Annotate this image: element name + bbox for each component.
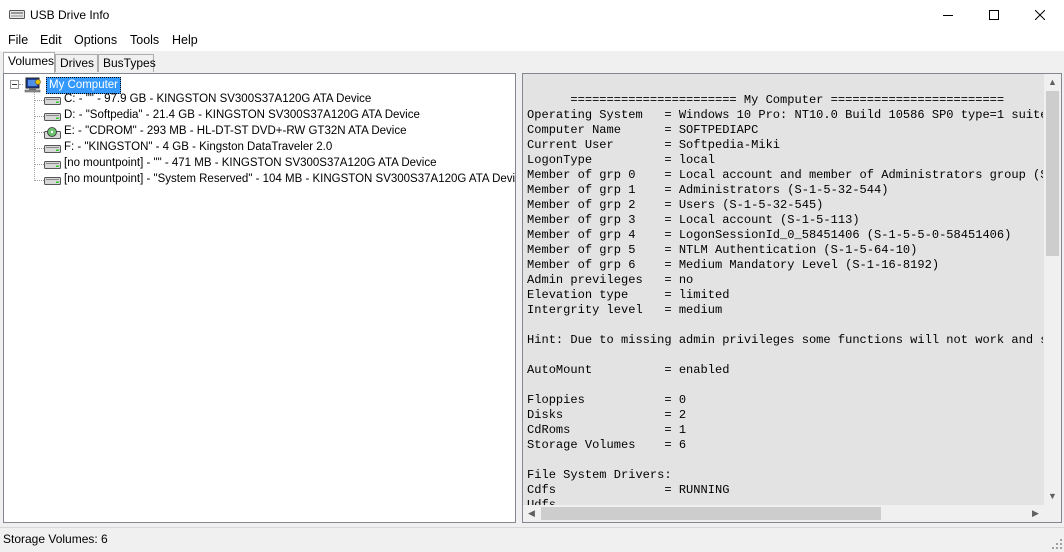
details-line: [527, 453, 1043, 468]
tree-item-label: F: - "KINGSTON" - 4 GB - Kingston DataTr…: [64, 141, 333, 153]
resize-grip-icon[interactable]: [1052, 538, 1062, 549]
menu-tools[interactable]: Tools: [130, 33, 159, 47]
menu-edit[interactable]: Edit: [40, 33, 62, 47]
tab-bustypes[interactable]: BusTypes: [98, 54, 156, 72]
tab-drives[interactable]: Drives: [55, 54, 98, 72]
close-icon: [1035, 10, 1045, 20]
hard-drive-icon: [44, 159, 61, 170]
tree-item-label: D: - "Softpedia" - 21.4 GB - KINGSTON SV…: [64, 109, 420, 121]
details-line: Udfs: [527, 498, 556, 505]
scroll-down-icon[interactable]: ▼: [1044, 488, 1061, 505]
vertical-scrollbar[interactable]: ▲ ▼: [1044, 74, 1061, 505]
title-bar: USB Drive Info: [0, 0, 1064, 30]
tree-connector: [19, 84, 23, 85]
menu-help[interactable]: Help: [172, 33, 198, 47]
details-line: LogonType = local: [527, 153, 715, 167]
details-line: Member of grp 6 = Medium Mandatory Level…: [527, 258, 940, 272]
details-line: Member of grp 5 = NTLM Authentication (S…: [527, 243, 918, 257]
minimize-icon: [943, 15, 953, 16]
usb-drive-icon: [44, 143, 61, 154]
tree-connector: [34, 92, 35, 181]
cdrom-drive-icon: [44, 127, 61, 139]
details-text: ======================= My Computer ====…: [527, 93, 1043, 505]
tab-strip: Volumes Drives BusTypes: [0, 51, 1064, 73]
details-line: [527, 348, 1043, 363]
maximize-button[interactable]: [971, 0, 1017, 30]
tree-item-label: [no mountpoint] - "" - 471 MB - KINGSTON…: [64, 157, 437, 169]
maximize-icon: [989, 10, 999, 20]
computer-icon: [24, 77, 42, 93]
hard-drive-icon: [44, 175, 61, 186]
details-line: Cdfs = RUNNING: [527, 483, 730, 497]
collapse-toggle[interactable]: [10, 80, 19, 89]
details-line: Elevation type = limited: [527, 288, 730, 302]
menu-file[interactable]: File: [8, 33, 28, 47]
details-line: CdRoms = 1: [527, 423, 687, 437]
minimize-button[interactable]: [925, 0, 971, 30]
menu-bar: File Edit Options Tools Help: [0, 30, 1064, 51]
details-line: ======================= My Computer ====…: [527, 93, 1005, 107]
details-line: Hint: Due to missing admin privileges so…: [527, 333, 1043, 347]
details-line: Current User = Softpedia-Miki: [527, 138, 781, 152]
details-line: Member of grp 4 = LogonSessionId_0_58451…: [527, 228, 1012, 242]
details-line: Member of grp 0 = Local account and memb…: [527, 168, 1043, 182]
tree-item-volume-nomount-2[interactable]: [no mountpoint] - "System Reserved" - 10…: [42, 172, 515, 188]
status-text: Storage Volumes: 6: [3, 532, 108, 546]
tree-item-volume-c[interactable]: C: - "" - 97.9 GB - KINGSTON SV300S37A12…: [42, 92, 512, 108]
details-line: [527, 318, 1043, 333]
details-line: Storage Volumes = 6: [527, 438, 687, 452]
tree-item-label: E: - "CDROM" - 293 MB - HL-DT-ST DVD+-RW…: [64, 125, 407, 137]
scroll-left-icon[interactable]: ◀: [523, 505, 540, 522]
details-line: Member of grp 1 = Administrators (S-1-5-…: [527, 183, 889, 197]
tab-volumes[interactable]: Volumes: [3, 52, 55, 73]
tree-item-label: [no mountpoint] - "System Reserved" - 10…: [64, 173, 516, 185]
menu-options[interactable]: Options: [74, 33, 117, 47]
tree-item-volume-d[interactable]: D: - "Softpedia" - 21.4 GB - KINGSTON SV…: [42, 108, 512, 124]
details-line: Admin previleges = no: [527, 273, 694, 287]
scrollbar-corner: [1044, 505, 1061, 522]
tree-item-volume-nomount-1[interactable]: [no mountpoint] - "" - 471 MB - KINGSTON…: [42, 156, 512, 172]
window-title: USB Drive Info: [30, 8, 110, 22]
horizontal-scroll-thumb[interactable]: [541, 507, 881, 520]
horizontal-scrollbar[interactable]: ◀ ▶: [523, 505, 1044, 522]
details-line: Member of grp 3 = Local account (S-1-5-1…: [527, 213, 860, 227]
details-line: [527, 378, 1043, 393]
volume-tree[interactable]: My Computer C: - "" - 97.9 GB - KINGSTON…: [3, 73, 516, 523]
details-line: Operating System = Windows 10 Pro: NT10.…: [527, 108, 1043, 122]
tree-item-volume-e[interactable]: E: - "CDROM" - 293 MB - HL-DT-ST DVD+-RW…: [42, 124, 512, 140]
scroll-right-icon[interactable]: ▶: [1027, 505, 1044, 522]
details-line: Intergrity level = medium: [527, 303, 723, 317]
hard-drive-icon: [44, 95, 61, 106]
usb-drive-app-icon: [9, 8, 25, 21]
details-line: Disks = 2: [527, 408, 687, 422]
details-line: Floppies = 0: [527, 393, 687, 407]
details-line: Member of grp 2 = Users (S-1-5-32-545): [527, 198, 824, 212]
status-bar: Storage Volumes: 6: [0, 527, 1064, 550]
scroll-up-icon[interactable]: ▲: [1044, 74, 1061, 91]
details-line: AutoMount = enabled: [527, 363, 730, 377]
close-button[interactable]: [1017, 0, 1063, 30]
details-line: Computer Name = SOFTPEDIAPC: [527, 123, 759, 137]
hard-drive-icon: [44, 111, 61, 122]
tree-item-volume-f[interactable]: F: - "KINGSTON" - 4 GB - Kingston DataTr…: [42, 140, 512, 156]
vertical-scroll-thumb[interactable]: [1046, 91, 1059, 256]
tree-item-label: C: - "" - 97.9 GB - KINGSTON SV300S37A12…: [64, 93, 372, 105]
details-line: File System Drivers:: [527, 468, 672, 482]
details-panel[interactable]: ======================= My Computer ====…: [522, 73, 1062, 523]
